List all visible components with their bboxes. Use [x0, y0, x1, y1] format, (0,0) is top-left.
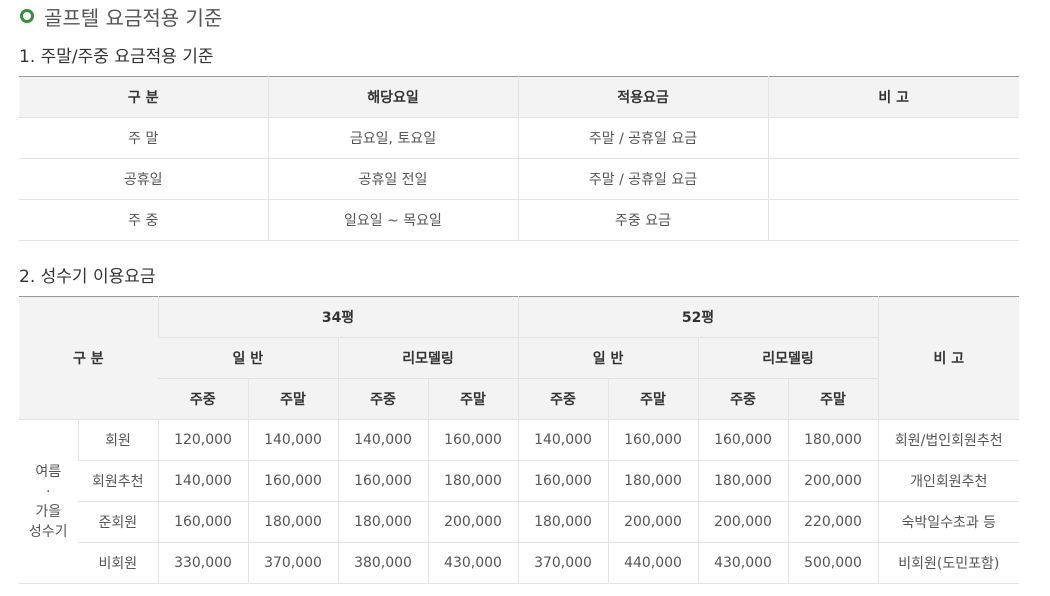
price-cell: 160,000	[247, 460, 339, 502]
price-cell: 160,000	[427, 419, 519, 461]
peak-season-rate-table: 구 분 34평 52평 비 고 일 반 리모델링 일 반 리모델링 주중 주말 …	[19, 296, 1020, 584]
season-label-line: 성수기	[28, 523, 68, 540]
note-cell: 비회원(도민포함)	[877, 542, 1020, 584]
season-label-line: ·	[46, 483, 51, 500]
header-34-general: 일 반	[158, 337, 339, 379]
table-row: 주 말 금요일, 토요일 주말 / 공휴일 요금	[19, 117, 1019, 159]
page-title-text: 골프텔 요금적용 기준	[44, 5, 223, 30]
header-weekend: 주말	[247, 378, 339, 420]
price-cell: 120,000	[157, 419, 249, 461]
price-cell: 180,000	[247, 501, 339, 543]
weekend-weekday-rate-table: 구 분 해당요일 적용요금 비 고 주 말 금요일, 토요일 주말 / 공휴일 …	[19, 76, 1019, 241]
header-weekend: 주말	[427, 378, 519, 420]
header-remarks: 비 고	[877, 296, 1020, 420]
price-cell: 220,000	[787, 501, 879, 543]
price-cell: 500,000	[787, 542, 879, 584]
price-cell: 180,000	[607, 460, 699, 502]
price-cell: 440,000	[607, 542, 699, 584]
price-cell: 160,000	[517, 460, 609, 502]
header-52pyeong: 52평	[517, 296, 879, 338]
table-header-row: 구 분 해당요일 적용요금 비 고	[19, 76, 1019, 118]
price-cell: 200,000	[607, 501, 699, 543]
price-cell: 180,000	[697, 460, 789, 502]
bullet-circle-icon	[20, 9, 34, 23]
price-cell: 200,000	[787, 460, 879, 502]
price-cell: 160,000	[607, 419, 699, 461]
header-row-size: 구 분 34평 52평 비 고	[19, 296, 1020, 420]
cell-remarks	[767, 158, 1019, 200]
header-34-remodel: 리모델링	[337, 337, 519, 379]
season-label-line: 가을	[35, 503, 62, 520]
cell-category: 공휴일	[19, 158, 268, 200]
header-weekend: 주말	[607, 378, 699, 420]
header-weekday: 주중	[158, 378, 249, 420]
table-row: 비회원 330,000 370,000 380,000 430,000 370,…	[19, 542, 1020, 584]
price-cell: 160,000	[697, 419, 789, 461]
cell-days: 금요일, 토요일	[267, 117, 518, 159]
season-label-line: 여름	[35, 463, 62, 480]
price-cell: 380,000	[337, 542, 429, 584]
header-row-day: 주중 주말 주중 주말 주중 주말 주중 주말	[19, 378, 1019, 420]
price-cell: 430,000	[697, 542, 789, 584]
note-cell: 개인회원추천	[877, 460, 1020, 502]
note-cell: 숙박일수초과 등	[877, 501, 1020, 543]
section-title-peak-season: 2. 성수기 이용요금	[19, 267, 156, 287]
price-cell: 180,000	[517, 501, 609, 543]
table-row: 준회원 160,000 180,000 180,000 200,000 180,…	[19, 501, 1020, 543]
header-52-general: 일 반	[517, 337, 699, 379]
cell-remarks	[767, 117, 1019, 159]
header-weekday: 주중	[517, 378, 609, 420]
cell-category: 주 말	[19, 117, 268, 159]
table-row: 공휴일 공휴일 전일 주말 / 공휴일 요금	[19, 158, 1019, 200]
table-row: 회원추천 140,000 160,000 160,000 180,000 160…	[19, 460, 1020, 502]
price-cell: 140,000	[157, 460, 249, 502]
price-cell: 180,000	[787, 419, 879, 461]
member-type: 회원추천	[78, 460, 159, 502]
member-type: 회원	[77, 419, 159, 461]
header-row-type: 일 반 리모델링 일 반 리모델링	[19, 337, 1019, 379]
header-52-remodel: 리모델링	[697, 337, 879, 379]
header-category: 구 분	[19, 76, 268, 118]
price-cell: 430,000	[427, 542, 519, 584]
header-34pyeong: 34평	[157, 296, 519, 338]
table-row: 여름 · 가을 성수기 회원 120,000 140,000 140,000 1…	[19, 419, 1020, 584]
price-cell: 160,000	[157, 501, 249, 543]
cell-remarks	[767, 199, 1019, 241]
price-cell: 180,000	[337, 501, 429, 543]
price-cell: 140,000	[247, 419, 339, 461]
price-cell: 140,000	[517, 419, 609, 461]
price-cell: 160,000	[337, 460, 429, 502]
header-weekend: 주말	[787, 378, 879, 420]
header-category: 구 분	[19, 296, 159, 420]
season-label: 여름 · 가을 성수기	[19, 419, 78, 584]
note-cell: 회원/법인회원추천	[877, 419, 1020, 461]
header-applicable-days: 해당요일	[267, 76, 518, 118]
header-remarks: 비 고	[767, 76, 1019, 118]
cell-category: 주 중	[19, 199, 268, 241]
price-cell: 200,000	[697, 501, 789, 543]
price-cell: 180,000	[427, 460, 519, 502]
price-cell: 200,000	[427, 501, 519, 543]
cell-rate: 주중 요금	[517, 199, 768, 241]
member-type: 비회원	[78, 542, 159, 584]
header-weekday: 주중	[697, 378, 789, 420]
cell-rate: 주말 / 공휴일 요금	[517, 158, 768, 200]
cell-rate: 주말 / 공휴일 요금	[517, 117, 768, 159]
header-weekday: 주중	[337, 378, 429, 420]
cell-days: 일요일 ~ 목요일	[267, 199, 518, 241]
header-applied-rate: 적용요금	[517, 76, 768, 118]
price-cell: 140,000	[337, 419, 429, 461]
table-row: 주 중 일요일 ~ 목요일 주중 요금	[19, 199, 1019, 241]
member-type: 준회원	[78, 501, 159, 543]
price-cell: 330,000	[157, 542, 249, 584]
price-cell: 370,000	[247, 542, 339, 584]
page-title: 골프텔 요금적용 기준	[20, 2, 222, 30]
cell-days: 공휴일 전일	[267, 158, 518, 200]
price-cell: 370,000	[517, 542, 609, 584]
section-title-weekend-weekday: 1. 주말/주중 요금적용 기준	[19, 47, 214, 67]
